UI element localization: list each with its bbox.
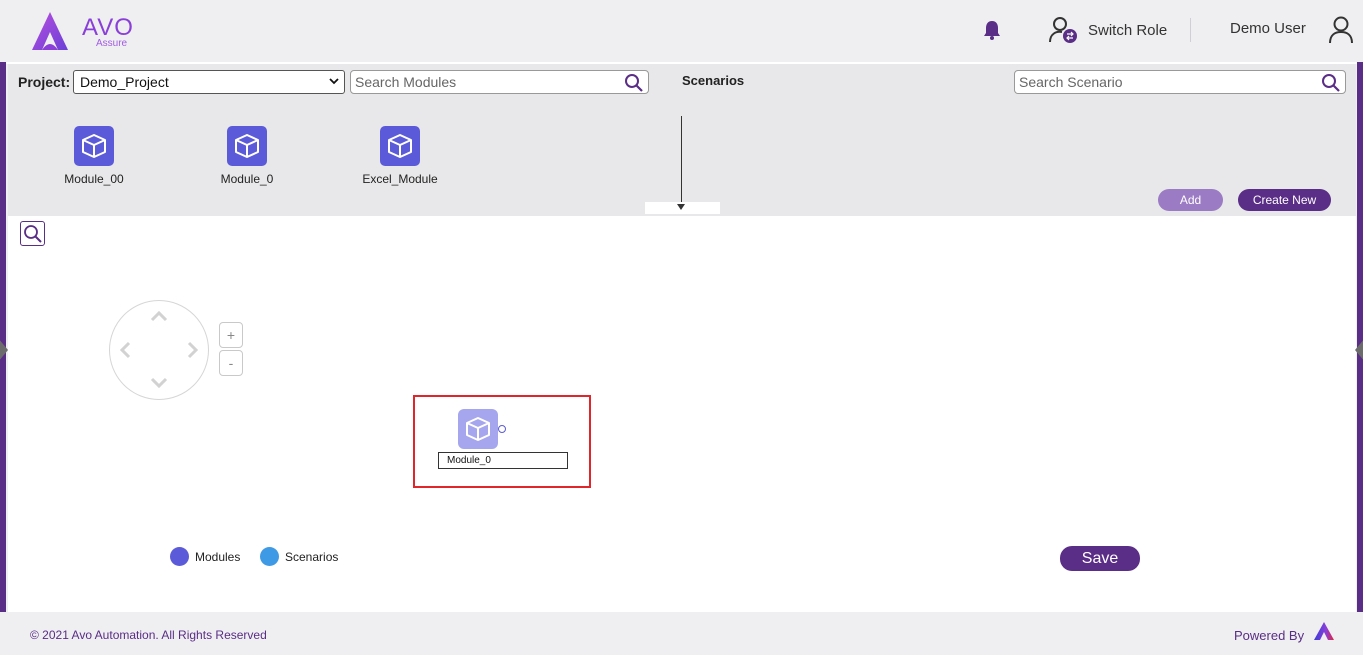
avo-mini-logo-icon (1314, 622, 1334, 640)
node-name-editor[interactable] (438, 452, 568, 469)
zoom-in-button[interactable]: + (219, 322, 243, 348)
module-label: Module_0 (220, 172, 274, 186)
scenarios-legend-dot (260, 547, 279, 566)
header-divider (1190, 18, 1191, 42)
logo-subtext: Assure (96, 38, 128, 49)
pan-down-icon[interactable] (149, 373, 169, 393)
search-modules-input[interactable] (351, 71, 648, 93)
module-label: Excel_Module (362, 172, 438, 186)
module-cube-icon (380, 126, 420, 166)
project-select-value: Demo_Project (80, 74, 169, 90)
project-select[interactable]: Demo_Project (73, 70, 345, 94)
search-icon[interactable] (1321, 73, 1341, 93)
pan-up-icon[interactable] (149, 306, 169, 326)
panel-divider (681, 116, 682, 204)
node-name-input[interactable] (447, 453, 559, 468)
user-avatar-icon[interactable] (1328, 16, 1354, 44)
zoom-out-button[interactable]: - (219, 350, 243, 376)
module-node-icon[interactable] (458, 409, 498, 449)
frame-right-border (1357, 62, 1363, 612)
frame-left-border (0, 62, 6, 612)
search-modules-box (350, 70, 649, 94)
powered-by-text: Powered By (1234, 628, 1305, 643)
copyright-text: © 2021 Avo Automation. All Rights Reserv… (30, 628, 267, 642)
user-name[interactable]: Demo User (1230, 20, 1306, 37)
legend-scenarios: Scenarios (260, 547, 338, 566)
create-new-button[interactable]: Create New (1238, 189, 1331, 211)
module-tile[interactable]: Excel_Module (355, 126, 445, 186)
legend-scenarios-label: Scenarios (285, 549, 339, 564)
search-icon[interactable] (624, 73, 644, 93)
legend-modules-label: Modules (195, 549, 241, 564)
pan-right-icon[interactable] (183, 340, 203, 360)
selected-node-highlight (413, 395, 591, 488)
search-scenario-box (1014, 70, 1346, 94)
app-header: AVO Assure Switch Role Demo User (0, 0, 1363, 62)
search-icon (23, 224, 42, 243)
notification-bell-icon[interactable] (981, 19, 1003, 41)
switch-role-icon (1049, 17, 1077, 43)
switch-role-button[interactable]: Switch Role (1048, 16, 1167, 44)
module-label: Module_00 (64, 172, 124, 186)
chevron-down-icon (329, 78, 339, 85)
pan-left-icon[interactable] (115, 340, 135, 360)
add-button[interactable]: Add (1158, 189, 1223, 211)
module-cube-icon (74, 126, 114, 166)
switch-role-label: Switch Role (1088, 21, 1168, 39)
legend-modules: Modules (170, 547, 240, 566)
modules-legend-dot (170, 547, 189, 566)
canvas-search-button[interactable] (20, 221, 45, 246)
module-tile[interactable]: Module_00 (49, 126, 139, 186)
project-label: Project: (18, 74, 71, 90)
node-connector-port[interactable] (498, 425, 506, 433)
module-tile[interactable]: Module_0 (202, 126, 292, 186)
save-button[interactable]: Save (1060, 546, 1140, 571)
arrow-down-icon (677, 204, 685, 210)
scenarios-title: Scenarios (682, 73, 745, 88)
module-cube-icon (227, 126, 267, 166)
search-scenario-input[interactable] (1015, 71, 1345, 93)
